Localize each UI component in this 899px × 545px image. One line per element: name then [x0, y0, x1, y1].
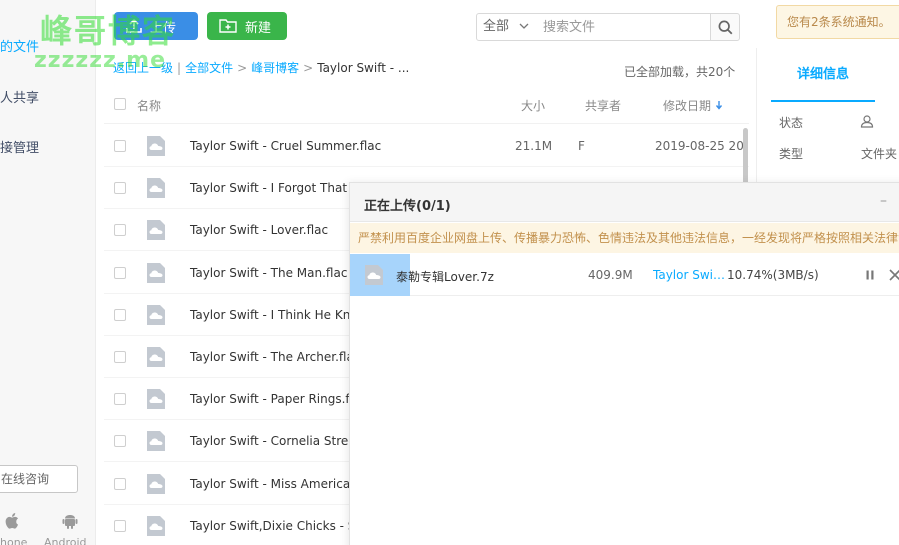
apple-icon[interactable] [5, 513, 19, 533]
file-icon [147, 136, 165, 156]
search-icon [718, 20, 732, 34]
column-header-size[interactable]: 大小 [521, 97, 545, 114]
row-checkbox[interactable] [114, 140, 126, 152]
upload-icon [126, 19, 142, 33]
minimize-button[interactable]: – [880, 193, 887, 209]
breadcrumb-all-files[interactable]: 全部文件 [185, 61, 233, 75]
upload-panel-title: 正在上传(0/1) [364, 199, 451, 214]
upload-target-folder[interactable]: Taylor Swift - Lover [653, 268, 727, 282]
close-icon[interactable] [888, 268, 899, 282]
file-icon [147, 178, 165, 199]
column-header-sharer[interactable]: 共享者 [585, 97, 621, 114]
detail-status-label: 状态 [779, 116, 804, 130]
android-icon[interactable] [62, 513, 78, 533]
file-icon [147, 304, 165, 325]
new-button[interactable]: 新建 [207, 12, 287, 40]
file-name[interactable]: Taylor Swift - Cruel Summer.flac [190, 139, 381, 153]
file-table-header: 名称 大小 共享者 修改日期 [104, 84, 749, 124]
upload-button[interactable]: 上传 [114, 12, 198, 40]
file-icon [147, 431, 165, 452]
file-name[interactable]: Taylor Swift - Cornelia Stree [190, 434, 356, 448]
detail-type-label: 类型 [779, 147, 804, 161]
sidebar-item-link-management[interactable]: 接管理 [0, 137, 96, 156]
upload-file-name: 泰勒专辑Lover.7z [396, 270, 494, 284]
column-header-name[interactable]: 名称 [137, 97, 161, 114]
row-checkbox[interactable] [114, 351, 126, 363]
new-button-label: 新建 [245, 20, 272, 36]
scope-select[interactable]: 全部 [476, 13, 536, 41]
detail-type-value: 文件夹 [861, 147, 898, 161]
file-date: 2019-08-25 20:... [655, 139, 749, 153]
column-header-date[interactable]: 修改日期 [663, 97, 723, 114]
online-consult-button[interactable]: 在线咨询 [0, 465, 78, 493]
pause-icon[interactable] [864, 269, 876, 281]
chevron-down-icon [519, 23, 529, 29]
row-checkbox[interactable] [114, 182, 126, 195]
row-checkbox[interactable] [114, 435, 126, 448]
file-icon [147, 515, 165, 536]
upload-button-label: 上传 [150, 20, 177, 36]
file-icon [147, 347, 165, 367]
file-icon [147, 389, 165, 410]
search-button[interactable] [710, 13, 740, 41]
breadcrumb-back[interactable]: 返回上一级 [113, 61, 173, 75]
row-checkbox[interactable] [114, 519, 126, 532]
sidebar-item-shared[interactable]: 人共享 [0, 87, 96, 106]
android-label: Android [44, 536, 87, 545]
breadcrumb-current: Taylor Swift - ... [317, 61, 410, 75]
row-checkbox[interactable] [114, 224, 126, 237]
upload-panel-header: 正在上传(0/1) – [350, 183, 899, 222]
file-icon [147, 473, 165, 494]
load-status: 已全部加载，共20个 [624, 65, 736, 79]
scope-select-value: 全部 [483, 19, 510, 34]
column-header-date-label: 修改日期 [663, 99, 712, 113]
sidebar: 的文件 人共享 接管理 在线咨询 hone Android [0, 0, 96, 545]
file-sharer: F [578, 139, 585, 153]
file-name[interactable]: Taylor Swift,Dixie Chicks - So [190, 519, 363, 533]
new-folder-icon [219, 19, 237, 33]
search-input[interactable] [535, 13, 711, 41]
file-name[interactable]: Taylor Swift - I Forgot That Y [190, 181, 358, 195]
system-notice[interactable]: 您有2条系统通知。 [776, 5, 899, 39]
table-row[interactable]: Taylor Swift - Cruel Summer.flac 21.1M F 20… [104, 125, 749, 167]
file-name[interactable]: Taylor Swift - Paper Rings.fla [190, 392, 360, 406]
file-name[interactable]: Taylor Swift - The Archer.flac [190, 350, 360, 364]
file-size: 21.1M [515, 139, 553, 153]
upload-status: 10.74%(3MB/s) [727, 268, 819, 282]
row-checkbox[interactable] [114, 266, 126, 279]
user-icon [860, 114, 874, 131]
upload-panel: 正在上传(0/1) – 严禁利用百度企业网盘上传、传播暴力恐怖、色情违法及其他违… [349, 182, 899, 545]
upload-warning: 严禁利用百度企业网盘上传、传播暴力恐怖、色情违法及其他违法信息，一经发现将严格按… [350, 223, 899, 253]
upload-item: 泰勒专辑Lover.7z 409.9M Taylor Swift - Lover… [350, 254, 899, 296]
row-checkbox[interactable] [114, 308, 126, 321]
row-checkbox[interactable] [114, 477, 126, 490]
breadcrumb-folder[interactable]: 峰哥博客 [251, 61, 299, 75]
breadcrumb: 返回上一级 | 全部文件 > 峰哥博客 > Taylor Swift - ... [113, 61, 410, 75]
detail-title[interactable]: 详细信息 [771, 65, 875, 102]
file-name[interactable]: Taylor Swift - I Think He Kno [190, 308, 358, 322]
iphone-label: hone [0, 536, 28, 545]
row-checkbox[interactable] [114, 393, 126, 406]
upload-file-size: 409.9M [588, 268, 633, 282]
file-icon [147, 262, 165, 283]
sort-down-icon [715, 101, 722, 110]
select-all-checkbox[interactable] [114, 98, 126, 110]
file-icon [365, 265, 383, 285]
file-list-scrollbar[interactable] [743, 128, 748, 188]
file-icon [147, 220, 165, 241]
file-name[interactable]: Taylor Swift - Lover.flac [190, 223, 328, 237]
file-name[interactable]: Taylor Swift - Miss American [190, 477, 358, 491]
file-name[interactable]: Taylor Swift - The Man.flac [190, 266, 347, 280]
sidebar-item-my-files[interactable]: 的文件 [0, 36, 96, 55]
